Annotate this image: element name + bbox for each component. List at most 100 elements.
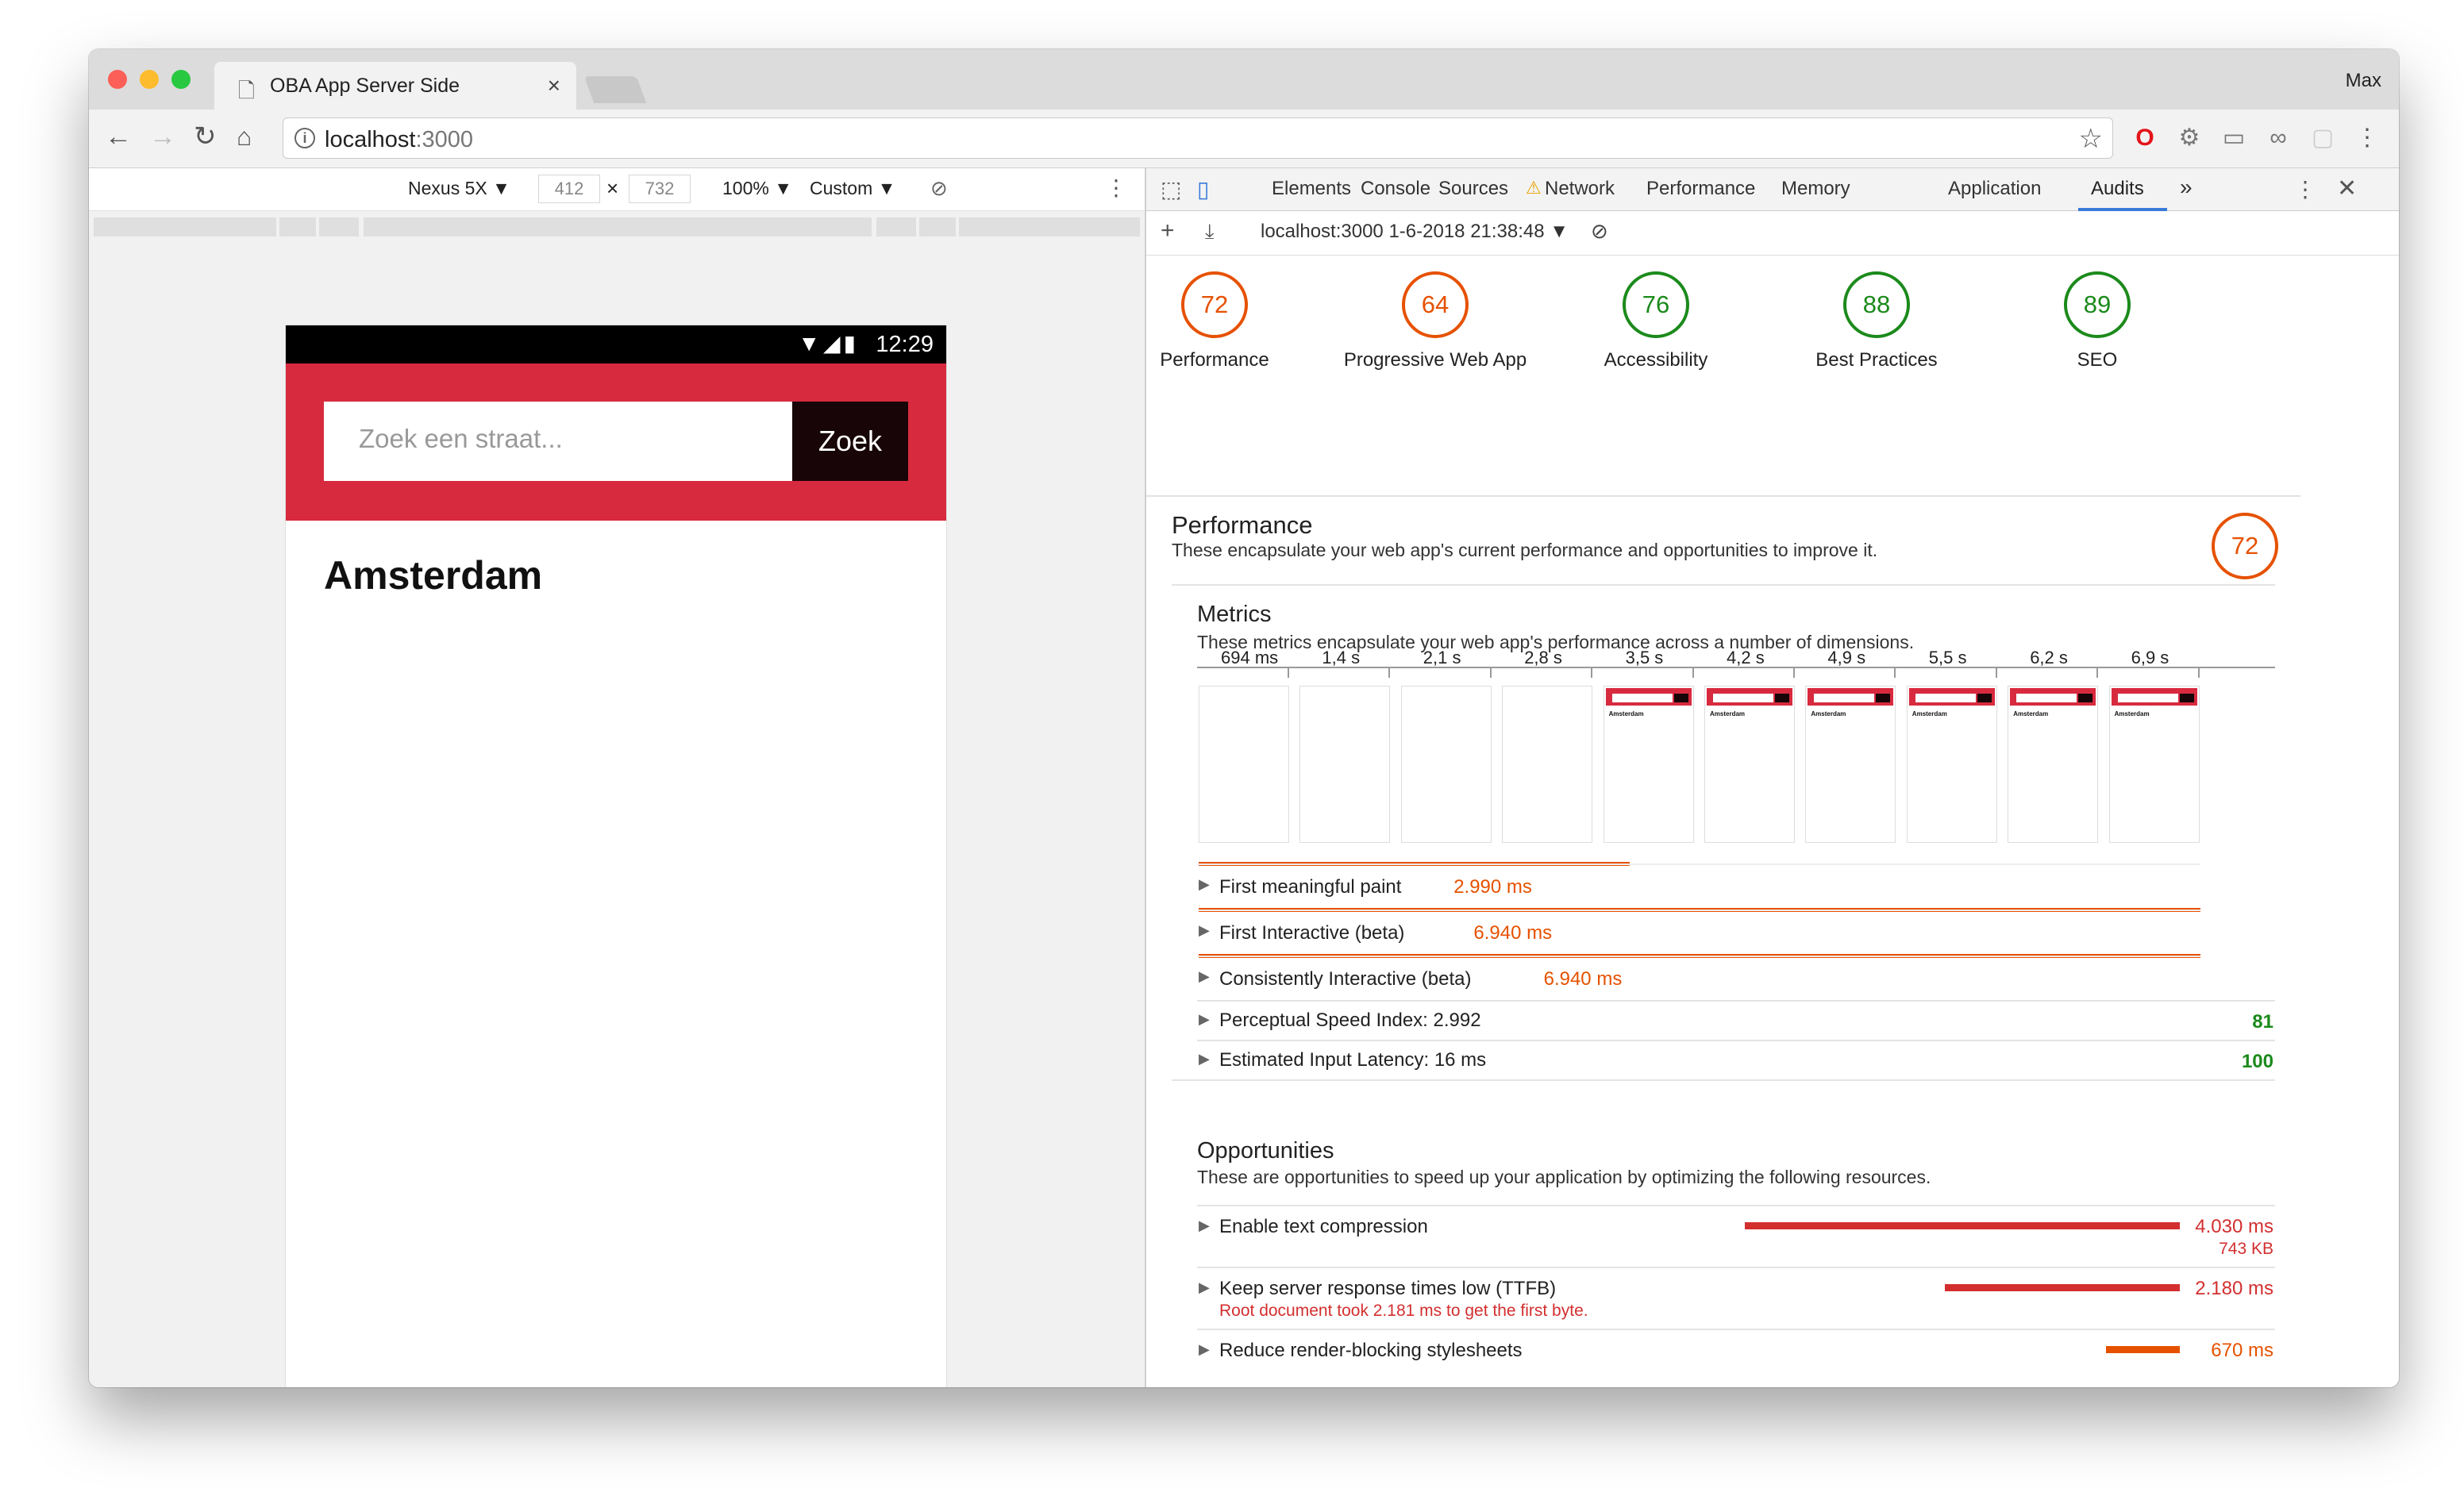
close-window-button[interactable] bbox=[108, 70, 127, 89]
opportunities-heading: Opportunities bbox=[1197, 1138, 1334, 1163]
score-gauge[interactable]: 88 bbox=[1843, 271, 1910, 338]
home-icon[interactable]: ⌂ bbox=[237, 121, 252, 152]
glasses-extension-icon[interactable]: ∞ bbox=[2264, 124, 2293, 152]
expand-arrow-icon[interactable]: ▶ bbox=[1199, 1011, 1210, 1028]
devtools-close-icon[interactable]: ✕ bbox=[2337, 175, 2357, 202]
rotate-icon[interactable]: ⊘ bbox=[930, 176, 948, 201]
divider bbox=[1146, 495, 2300, 497]
frame-city: Amsterdam bbox=[2114, 710, 2150, 717]
device-select[interactable]: Nexus 5X ▼ bbox=[408, 178, 510, 199]
device-toggle-icon[interactable]: ▯ bbox=[1197, 176, 1209, 202]
tab-application[interactable]: Application bbox=[1948, 178, 2041, 200]
divider bbox=[1197, 1267, 2275, 1268]
opportunity-value: 670 ms bbox=[2211, 1340, 2273, 1361]
clear-icon[interactable]: ⊘ bbox=[1591, 219, 1608, 244]
app-header: Zoek een straat... Zoek bbox=[286, 363, 946, 521]
timeline-tick-label: 2,8 s bbox=[1524, 648, 1562, 667]
frame-search bbox=[2117, 694, 2178, 702]
menu-kebab-icon[interactable]: ⋮ bbox=[2353, 124, 2381, 152]
tab-network[interactable]: Network bbox=[1545, 178, 1615, 200]
expand-arrow-icon[interactable]: ▶ bbox=[1199, 1051, 1210, 1067]
metric-label[interactable]: Estimated Input Latency: 16 ms bbox=[1219, 1049, 1486, 1071]
metric-score: 100 bbox=[2241, 1051, 2273, 1072]
tab-title: OBA App Server Side bbox=[270, 75, 460, 97]
cast-icon[interactable]: ▭ bbox=[2220, 124, 2248, 152]
divider bbox=[1197, 1329, 2275, 1330]
zoom-window-button[interactable] bbox=[171, 70, 191, 89]
gear-extension-icon[interactable]: ⚙ bbox=[2175, 124, 2204, 152]
metric-score: 81 bbox=[2252, 1011, 2273, 1033]
street-search-input[interactable]: Zoek een straat... bbox=[324, 402, 792, 481]
address-bar[interactable]: i localhost:3000 ☆ bbox=[283, 117, 2113, 159]
filmstrip-frame bbox=[1199, 686, 1289, 843]
viewport-height-input[interactable]: 732 bbox=[629, 175, 691, 203]
opportunity-label[interactable]: Reduce render-blocking stylesheets bbox=[1219, 1340, 1523, 1362]
throttle-select[interactable]: Custom ▼ bbox=[810, 178, 895, 199]
search-button[interactable]: Zoek bbox=[792, 402, 908, 481]
info-icon[interactable]: i bbox=[295, 128, 315, 148]
profile-name[interactable]: Max bbox=[2346, 70, 2381, 92]
tab-close-icon[interactable]: × bbox=[548, 73, 560, 98]
device-menu-icon[interactable]: ⋮ bbox=[1105, 175, 1127, 201]
zoom-select[interactable]: 100% ▼ bbox=[722, 178, 792, 199]
forward-arrow-icon[interactable]: → bbox=[149, 121, 176, 152]
minimize-window-button[interactable] bbox=[140, 70, 159, 89]
metric-value: 6.940 ms bbox=[1543, 968, 1623, 990]
audit-report: 72 Performance 64 Progressive Web App 76 Acce… bbox=[1146, 256, 2399, 1387]
metric-label[interactable]: Consistently Interactive (beta) bbox=[1219, 968, 1471, 990]
devtools-tab-bar: ⬚ ▯ Elements Console Sources ⚠ Network P… bbox=[1146, 168, 2399, 211]
tab-performance[interactable]: Performance bbox=[1646, 178, 1755, 200]
viewport-width-input[interactable]: 412 bbox=[538, 175, 600, 203]
score-gauge[interactable]: 76 bbox=[1623, 271, 1689, 338]
devtools-menu-icon[interactable]: ⋮ bbox=[2294, 176, 2316, 202]
tab-memory[interactable]: Memory bbox=[1781, 178, 1850, 200]
metric-value: 2.990 ms bbox=[1453, 876, 1532, 898]
reload-icon[interactable]: ↻ bbox=[194, 121, 217, 152]
expand-arrow-icon[interactable]: ▶ bbox=[1199, 968, 1210, 985]
metric-label[interactable]: Perceptual Speed Index: 2.992 bbox=[1219, 1010, 1481, 1032]
frame-header bbox=[1908, 688, 1995, 706]
inspect-element-icon[interactable]: ⬚ bbox=[1161, 176, 1181, 202]
divider bbox=[1197, 1000, 2275, 1002]
timeline-tick-label: 4,2 s bbox=[1727, 648, 1765, 667]
frame-button bbox=[1775, 694, 1789, 702]
new-audit-icon[interactable]: + bbox=[1161, 217, 1175, 244]
frame-search bbox=[1814, 694, 1875, 702]
browser-tab[interactable]: 🗋 OBA App Server Side × bbox=[214, 62, 576, 111]
tab-audits[interactable]: Audits bbox=[2091, 178, 2144, 200]
opportunity-label[interactable]: Enable text compression bbox=[1219, 1216, 1428, 1238]
timeline-tick-label: 694 ms bbox=[1221, 648, 1279, 667]
expand-arrow-icon[interactable]: ▶ bbox=[1199, 922, 1210, 939]
filmstrip-frame bbox=[1400, 686, 1492, 843]
report-select[interactable]: localhost:3000 1-6-2018 21:38:48 ▼ bbox=[1261, 221, 1569, 243]
timeline-tick-mark bbox=[1591, 668, 1593, 678]
more-tabs-icon[interactable]: » bbox=[2180, 175, 2193, 200]
expand-arrow-icon[interactable]: ▶ bbox=[1199, 1217, 1210, 1234]
back-arrow-icon[interactable]: ← bbox=[105, 121, 132, 152]
expand-arrow-icon[interactable]: ▶ bbox=[1199, 876, 1210, 893]
timeline-tick-label: 4,9 s bbox=[1827, 648, 1866, 667]
score-gauge[interactable]: 64 bbox=[1402, 271, 1469, 338]
score-gauge[interactable]: 89 bbox=[2064, 271, 2131, 338]
expand-arrow-icon[interactable]: ▶ bbox=[1199, 1341, 1210, 1358]
opera-extension-icon[interactable]: O bbox=[2131, 124, 2159, 152]
timeline-tick-mark bbox=[2197, 668, 2200, 678]
download-report-icon[interactable]: ⤓ bbox=[1205, 219, 1215, 244]
metric-label[interactable]: First Interactive (beta) bbox=[1219, 922, 1404, 944]
frame-header bbox=[1605, 688, 1692, 706]
score-gauge[interactable]: 72 bbox=[1181, 271, 1248, 338]
new-tab-button[interactable] bbox=[583, 76, 647, 103]
media-query-ruler[interactable] bbox=[89, 211, 1145, 238]
tab-elements[interactable]: Elements bbox=[1272, 178, 1351, 200]
metric-label[interactable]: First meaningful paint bbox=[1219, 876, 1401, 898]
frame-button bbox=[2078, 694, 2093, 702]
tab-sources[interactable]: Sources bbox=[1438, 178, 1508, 200]
frame-city: Amsterdam bbox=[1811, 710, 1846, 717]
emulated-phone: ▼◢▮ 12:29 Zoek een straat... Zoek Amster… bbox=[286, 325, 946, 1387]
extension-icon[interactable]: ▢ bbox=[2308, 124, 2337, 152]
tab-console[interactable]: Console bbox=[1361, 178, 1430, 200]
opportunity-label[interactable]: Keep server response times low (TTFB) bbox=[1219, 1278, 1556, 1300]
expand-arrow-icon[interactable]: ▶ bbox=[1199, 1279, 1210, 1296]
bookmark-star-icon[interactable]: ☆ bbox=[2079, 123, 2103, 155]
devtools-panel: ⬚ ▯ Elements Console Sources ⚠ Network P… bbox=[1145, 168, 2399, 1387]
